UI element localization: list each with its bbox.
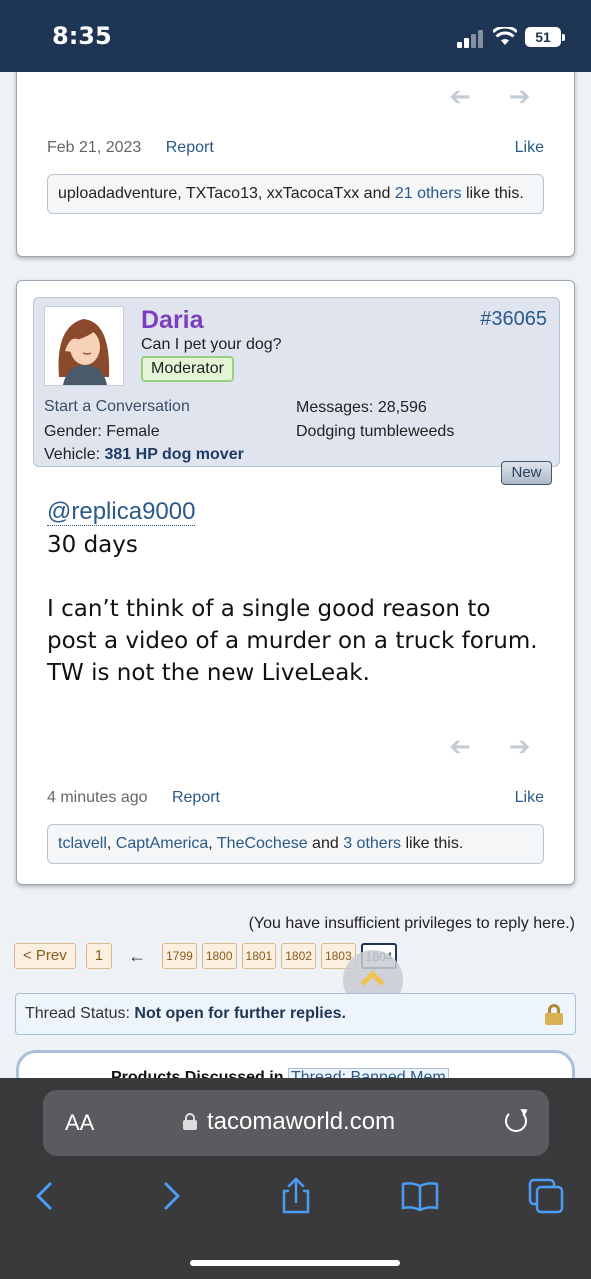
start-conversation-link[interactable]: Start a Conversation xyxy=(44,398,190,416)
status-bar: 8:35 51 xyxy=(0,0,591,72)
messages-row: Messages: 28,596 xyxy=(296,399,427,416)
post-nav: ➔︎ ➔︎ xyxy=(449,731,531,762)
products-label: Products Discussed in xyxy=(111,1069,284,1078)
post-body: 30 days I can’t think of a single good r… xyxy=(47,529,547,689)
like-user[interactable]: tclavell xyxy=(58,835,107,852)
likes-suffix: like this. xyxy=(466,185,524,202)
tabs-icon[interactable] xyxy=(526,1176,566,1216)
pagination: < Prev 1 ← 1799 1800 1801 1802 1803 1804 xyxy=(14,943,402,969)
home-indicator xyxy=(190,1260,400,1266)
likes-summary: tclavell, CaptAmerica, TheCochese and 3 … xyxy=(47,824,544,864)
post-meta: Feb 21, 2023 Report Like xyxy=(47,139,544,157)
location: Dodging tumbleweeds xyxy=(296,423,455,440)
author-block: Daria #36065 Can I pet your dog? Moderat… xyxy=(33,297,560,467)
author-title: Can I pet your dog? xyxy=(141,336,282,353)
post-date: Feb 21, 2023 xyxy=(47,139,142,156)
post-number[interactable]: #36065 xyxy=(480,308,547,331)
wifi-icon xyxy=(493,27,517,45)
page-link[interactable]: 1799 xyxy=(162,943,197,969)
likes-others-link[interactable]: 21 others xyxy=(395,185,462,202)
gender-row: Gender: Female xyxy=(44,423,160,440)
author-name[interactable]: Daria xyxy=(141,306,204,335)
like-user[interactable]: CaptAmerica xyxy=(116,835,208,852)
likes-others-link[interactable]: 3 others xyxy=(343,835,401,852)
page-content: ➔︎ ➔︎ Feb 21, 2023 Report Like uploadadv… xyxy=(0,72,591,1078)
page-jump-arrow[interactable]: ← xyxy=(128,946,146,967)
vehicle-row: Vehicle: 381 HP dog mover xyxy=(44,446,244,463)
report-link[interactable]: Report xyxy=(166,139,214,156)
avatar[interactable] xyxy=(44,306,124,386)
prev-post-arrow-icon[interactable]: ➔︎ xyxy=(449,731,471,762)
url-text: tacomaworld.com xyxy=(207,1108,396,1135)
vehicle-link[interactable]: 381 HP dog mover xyxy=(105,446,244,463)
lock-icon xyxy=(545,1004,563,1025)
post-meta: 4 minutes ago Report Like xyxy=(47,789,544,807)
post-text: I can’t think of a single good reason to… xyxy=(47,596,538,686)
cell-signal-icon xyxy=(457,30,485,48)
like-link[interactable]: Like xyxy=(515,789,544,807)
post-time: 4 minutes ago xyxy=(47,789,148,806)
back-icon[interactable] xyxy=(24,1176,64,1216)
page-link[interactable]: 1800 xyxy=(201,943,237,969)
like-user[interactable]: TXTaco13 xyxy=(186,185,258,202)
report-link[interactable]: Report xyxy=(172,789,220,806)
browser-chrome: AA tacomaworld.com xyxy=(0,1078,591,1279)
privileges-note: (You have insufficient privileges to rep… xyxy=(248,915,575,932)
page-link[interactable]: 1 xyxy=(85,943,113,969)
page-link[interactable]: 1801 xyxy=(241,943,277,969)
prev-post-arrow-icon[interactable]: ➔︎ xyxy=(449,81,471,112)
like-user[interactable]: xxTacocaTxx xyxy=(267,185,359,202)
status-time: 8:35 xyxy=(52,22,112,50)
avatar-image xyxy=(58,319,110,385)
like-user[interactable]: TheCochese xyxy=(217,835,308,852)
forward-icon[interactable] xyxy=(152,1176,192,1216)
prev-page-button[interactable]: < Prev xyxy=(14,943,76,969)
lock-icon xyxy=(183,1113,197,1130)
likes-summary: uploadadventure, TXTaco13, xxTacocaTxx a… xyxy=(47,174,544,214)
products-thread-link[interactable]: Thread: Banned Mem xyxy=(287,1068,449,1078)
next-post-arrow-icon[interactable]: ➔︎ xyxy=(509,81,531,112)
bookmarks-icon[interactable] xyxy=(400,1176,440,1216)
thread-status-value: Not open for further replies. xyxy=(134,1005,346,1022)
post-card: Daria #36065 Can I pet your dog? Moderat… xyxy=(16,280,575,885)
likes-suffix: like this. xyxy=(405,835,464,852)
post-nav: ➔︎ ➔︎ xyxy=(449,81,531,112)
thread-status: Thread Status: Not open for further repl… xyxy=(15,993,576,1035)
like-user[interactable]: uploadadventure xyxy=(58,185,177,202)
reload-icon[interactable] xyxy=(505,1110,527,1132)
page-link[interactable]: 1802 xyxy=(281,943,316,969)
address-bar[interactable]: AA tacomaworld.com xyxy=(43,1090,549,1156)
moderator-badge: Moderator xyxy=(141,356,234,382)
battery-indicator: 51 xyxy=(525,27,565,47)
like-link[interactable]: Like xyxy=(515,139,544,157)
reader-settings-button[interactable]: AA xyxy=(65,1110,94,1136)
thread-status-label: Thread Status: xyxy=(25,1005,130,1022)
post-text: 30 days xyxy=(47,532,138,558)
url-display[interactable]: tacomaworld.com xyxy=(183,1108,395,1136)
mention-link[interactable]: @replica9000 xyxy=(47,499,196,526)
share-icon[interactable] xyxy=(276,1176,316,1216)
post-card: ➔︎ ➔︎ Feb 21, 2023 Report Like uploadadv… xyxy=(16,72,575,257)
new-badge: New xyxy=(501,461,552,485)
next-post-arrow-icon[interactable]: ➔︎ xyxy=(509,731,531,762)
products-discussed-box: Products Discussed in Thread: Banned Mem xyxy=(16,1050,575,1078)
